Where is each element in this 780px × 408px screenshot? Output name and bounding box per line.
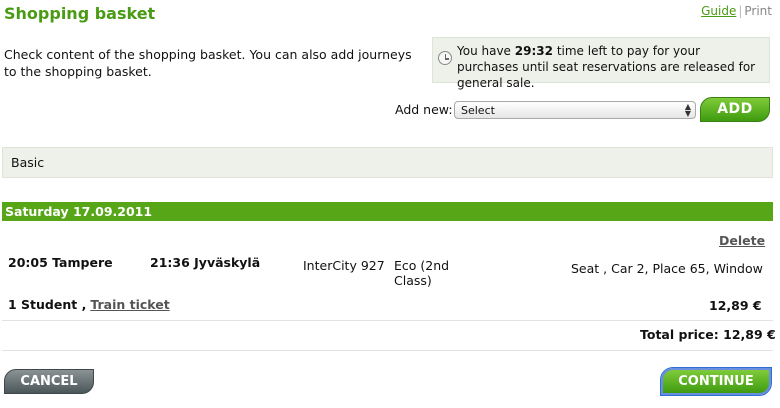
add-new-select[interactable]: Select ▲ ▼ <box>454 101 696 119</box>
travel-class: Eco (2nd Class) <box>394 258 450 288</box>
intro-text: Check content of the shopping basket. Yo… <box>4 47 412 79</box>
timer-time-left: 29:32 <box>514 44 553 58</box>
arrival: 21:36 Jyväskylä <box>150 255 261 270</box>
page-title: Shopping basket <box>4 4 156 23</box>
guide-link[interactable]: Guide <box>701 4 736 18</box>
link-separator: | <box>738 4 743 18</box>
section-header-basic: Basic <box>2 147 773 178</box>
ticket-type-link[interactable]: Train ticket <box>90 297 169 312</box>
passenger-row: 1 Student , Train ticket <box>8 297 170 312</box>
total-price: Total price: 12,89 € <box>640 327 776 342</box>
cancel-button[interactable]: CANCEL <box>4 369 94 394</box>
add-button[interactable]: ADD <box>700 97 770 122</box>
train-name: InterCity 927 <box>303 258 385 273</box>
divider <box>2 320 773 321</box>
seat-info: Seat , Car 2, Place 65, Window <box>571 261 763 276</box>
ticket-price: 12,89 € <box>709 298 762 313</box>
clock-icon <box>438 51 452 65</box>
top-links: Guide | Print <box>701 4 772 18</box>
select-arrows-icon: ▲ ▼ <box>684 102 691 118</box>
add-new-label: Add new: <box>395 102 453 117</box>
delete-link[interactable]: Delete <box>719 233 765 248</box>
print-link[interactable]: Print <box>744 4 772 18</box>
passenger-type: 1 Student , <box>8 297 87 312</box>
divider <box>2 350 773 351</box>
continue-button[interactable]: CONTINUE <box>660 367 772 396</box>
select-value: Select <box>461 104 495 117</box>
timer-prefix: You have <box>457 44 511 58</box>
journey-date-header: Saturday 17.09.2011 <box>2 202 773 221</box>
departure: 20:05 Tampere <box>8 255 113 270</box>
timer-notice: You have 29:32 time left to pay for your… <box>432 37 770 90</box>
